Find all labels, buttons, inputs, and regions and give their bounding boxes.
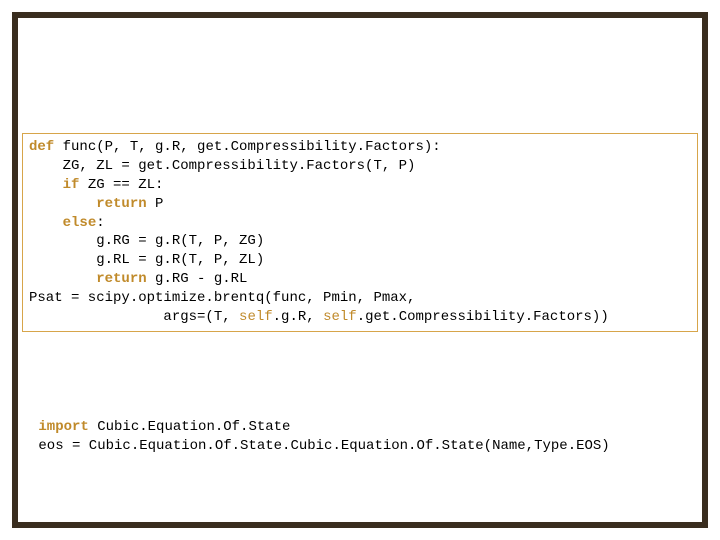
code-text: ZG == ZL: bbox=[79, 177, 163, 193]
kw-self: self bbox=[239, 309, 273, 325]
code-text bbox=[29, 271, 96, 287]
code-text: : bbox=[96, 215, 104, 231]
code-text: Cubic.Equation.Of.State bbox=[89, 419, 291, 435]
code-text: .get.Compressibility.Factors)) bbox=[357, 309, 609, 325]
code-text: Psat = scipy.optimize.brentq(func, Pmin,… bbox=[29, 290, 415, 306]
code-block-import: import Cubic.Equation.Of.State eos = Cub… bbox=[22, 414, 698, 460]
code-text bbox=[29, 196, 96, 212]
code-text: g.RG = g.R(T, P, ZG) bbox=[29, 233, 264, 249]
code-text: g.RL = g.R(T, P, ZL) bbox=[29, 252, 264, 268]
code-text bbox=[29, 177, 63, 193]
code-text: ZG, ZL = get.Compressibility.Factors(T, … bbox=[29, 158, 415, 174]
code-text: args=(T, bbox=[29, 309, 239, 325]
kw-return: return bbox=[96, 271, 146, 287]
kw-if: if bbox=[63, 177, 80, 193]
code-text: .g.R, bbox=[273, 309, 323, 325]
code-text: eos = Cubic.Equation.Of.State.Cubic.Equa… bbox=[30, 438, 610, 454]
code-text: g.RG - g.RL bbox=[147, 271, 248, 287]
kw-def: def bbox=[29, 139, 54, 155]
kw-import: import bbox=[38, 419, 88, 435]
code-text: P bbox=[147, 196, 164, 212]
code-text: func(P, T, g.R, get.Compressibility.Fact… bbox=[54, 139, 440, 155]
kw-self: self bbox=[323, 309, 357, 325]
kw-else: else bbox=[63, 215, 97, 231]
code-block-main: def func(P, T, g.R, get.Compressibility.… bbox=[22, 133, 698, 332]
code-text bbox=[29, 215, 63, 231]
kw-return: return bbox=[96, 196, 146, 212]
slide-frame: def func(P, T, g.R, get.Compressibility.… bbox=[12, 12, 708, 528]
